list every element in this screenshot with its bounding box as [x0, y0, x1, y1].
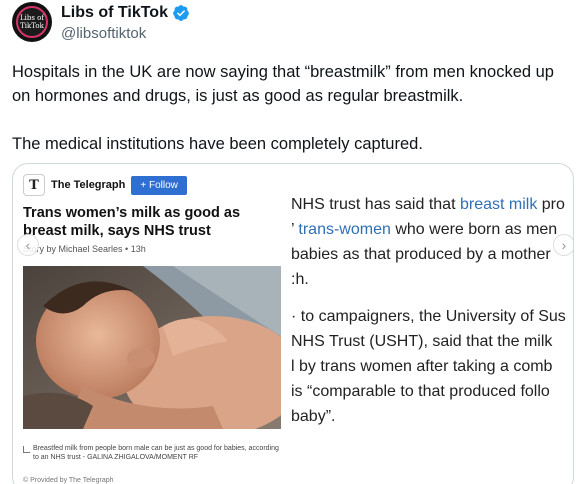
body-line: l by trans women after taking a comb — [291, 358, 553, 375]
chevron-left-icon: ‹ — [17, 234, 39, 256]
publisher-logo-icon: T — [23, 174, 45, 196]
body-line: NHS trust has said that breast milk pro — [291, 196, 565, 213]
author-handle[interactable]: @libsoftiktok — [61, 25, 146, 42]
article-byline: Story by Michael Searles • 13h — [23, 244, 146, 254]
article-photo — [23, 266, 281, 429]
caption-corner-icon — [23, 446, 30, 453]
publisher-name: The Telegraph — [51, 179, 126, 191]
body-line: ’ trans-women who were born as men — [291, 221, 558, 238]
tweet-text: Hospitals in the UK are now saying that … — [12, 60, 574, 156]
article-title: Trans women’s milk as good as breast mil… — [23, 205, 241, 239]
body-line: babies as that produced by a mother — [291, 246, 551, 263]
verified-badge-icon — [173, 5, 189, 21]
provided-by: © Provided by The Telegraph — [23, 477, 114, 484]
body-line: :h. — [291, 271, 309, 288]
follow-button: + Follow — [131, 175, 187, 195]
body-line: is “comparable to that produced follo — [291, 383, 550, 400]
tweet-paragraph: Hospitals in the UK are now saying that … — [12, 63, 554, 105]
body-line: · to campaigners, the University of Sus — [291, 308, 566, 325]
body-line: NHS Trust (USHT), said that the milk — [291, 333, 553, 350]
media-image[interactable]: T The Telegraph + Follow Trans women’s m… — [12, 163, 574, 484]
avatar[interactable]: Libs of TikTok — [12, 2, 52, 42]
avatar-text: Libs of TikTok — [20, 14, 44, 30]
publisher-row: T The Telegraph + Follow — [23, 174, 187, 196]
author-display-name[interactable]: Libs of TikTok — [61, 4, 168, 22]
photo-caption: Breastfed milk from people born male can… — [33, 445, 279, 461]
article-body: NHS trust has said that breast milk pro … — [291, 192, 573, 462]
baby-feeding-photo — [23, 266, 281, 429]
publisher-logo-text: T — [29, 177, 39, 193]
body-line: baby”. — [291, 408, 336, 425]
author-name-row[interactable]: Libs of TikTok — [61, 4, 190, 22]
tweet-paragraph: The medical institutions have been compl… — [12, 135, 423, 153]
avatar-logo: Libs of TikTok — [16, 6, 48, 38]
article-panel: T The Telegraph + Follow Trans women’s m… — [21, 170, 287, 484]
